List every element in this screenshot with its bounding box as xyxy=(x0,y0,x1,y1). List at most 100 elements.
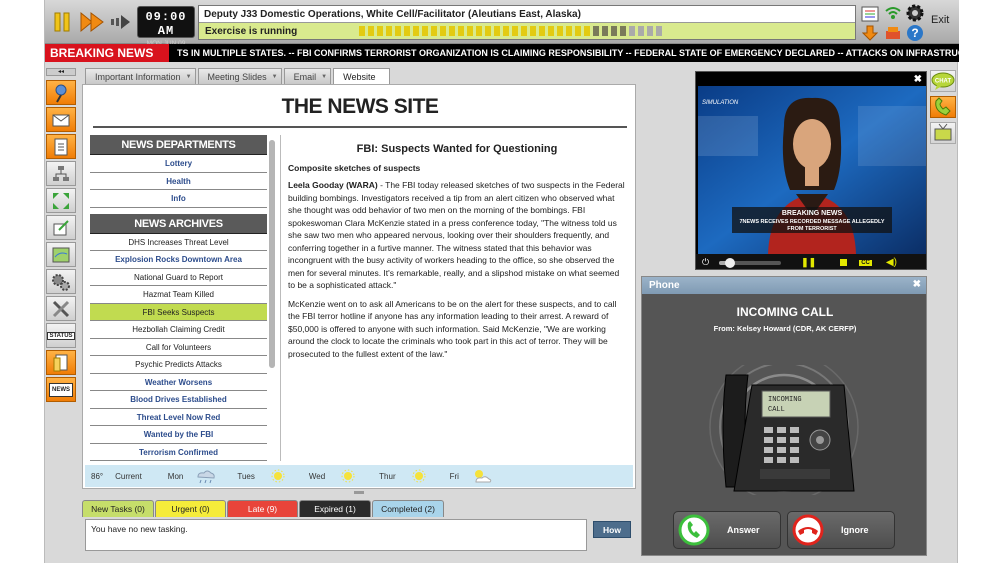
answer-button[interactable]: Answer xyxy=(673,511,781,549)
weather-day: Tues xyxy=(237,468,303,484)
exit-button[interactable]: Exit xyxy=(931,14,949,26)
video-seek-handle[interactable] xyxy=(725,257,736,268)
power-icon[interactable]: ⏻ xyxy=(702,257,709,268)
tab-website[interactable]: Website xyxy=(333,68,391,85)
clock-time: 09:00 AM xyxy=(145,10,187,38)
news-button[interactable]: NEWS xyxy=(46,377,76,402)
task-tabs: New Tasks (0) Urgent (0) Late (9) Expired (… xyxy=(82,500,444,517)
archive-link[interactable]: Explosion Rocks Downtown Area xyxy=(90,251,267,269)
exercise-status: Exercise is running xyxy=(205,25,298,37)
edit-note-button[interactable] xyxy=(46,215,76,240)
checklist-icon xyxy=(54,138,68,155)
department-link[interactable]: Info xyxy=(90,190,267,208)
archive-link[interactable]: Threat Level Now Red xyxy=(90,409,267,426)
progress-segment xyxy=(566,26,572,36)
help-button[interactable]: ? xyxy=(905,24,925,42)
tab-meeting-slides[interactable]: Meeting Slides ▼ xyxy=(197,68,282,85)
archive-link[interactable]: Call for Volunteers xyxy=(90,339,267,356)
website-panel: THE NEWS SITE NEWS DEPARTMENTS Lottery He… xyxy=(82,84,636,489)
nav-scrollbar-thumb[interactable] xyxy=(269,140,275,368)
phone-panel: Phone ✖ INCOMING CALL From: Kelsey Howar… xyxy=(641,276,927,556)
progress-segment xyxy=(449,26,455,36)
department-link[interactable]: Health xyxy=(90,173,267,190)
volume-icon[interactable]: ◀) xyxy=(886,257,897,268)
site-title: THE NEWS SITE xyxy=(281,95,439,118)
task-tab[interactable]: Expired (1) xyxy=(299,500,371,517)
article-subhead: Composite sketches of suspects xyxy=(288,163,421,173)
archive-link[interactable]: Weather Worsens xyxy=(90,374,267,391)
video-caption-line1: 7NEWS RECEIVES RECORDED MESSAGE ALLEGEDL… xyxy=(739,219,884,225)
phone-icon xyxy=(935,97,951,116)
weather-day-label: Tues xyxy=(237,471,255,481)
checklist-button[interactable] xyxy=(46,134,76,159)
archive-link[interactable]: FBI Seeks Suspects xyxy=(90,303,267,321)
news-icon: NEWS xyxy=(49,382,73,397)
task-message: You have no new tasking. xyxy=(91,524,188,534)
chat-label: CHAT xyxy=(935,79,952,85)
task-tab[interactable]: Late (9) xyxy=(227,500,298,517)
archive-link[interactable]: Wanted by the FBI xyxy=(90,426,267,444)
settings-button[interactable] xyxy=(905,4,925,22)
archive-link[interactable]: Terrorism Confirmed xyxy=(90,444,267,461)
archive-link[interactable]: Psychic Predicts Attacks xyxy=(90,356,267,374)
column-divider xyxy=(280,135,281,461)
tv-button[interactable] xyxy=(930,122,956,144)
wifi-button[interactable] xyxy=(883,4,903,22)
step-forward-button[interactable] xyxy=(107,6,135,38)
ignore-label: Ignore xyxy=(841,525,869,535)
archive-link[interactable]: Hezbollah Claiming Credit xyxy=(90,321,267,339)
phone-button[interactable] xyxy=(930,96,956,118)
partly-cloudy-icon xyxy=(474,470,492,483)
archive-link[interactable]: DHS Increases Threat Level xyxy=(90,234,267,251)
close-icon[interactable]: ✖ xyxy=(914,74,922,85)
pause-button[interactable] xyxy=(48,6,76,38)
archive-link[interactable]: Blood Drives Established xyxy=(90,391,267,409)
gears-button[interactable] xyxy=(46,269,76,294)
panel-splitter[interactable] xyxy=(354,491,364,494)
bookmark-button[interactable] xyxy=(883,24,903,42)
status-button[interactable]: STATUS xyxy=(46,323,76,348)
how-button[interactable]: How xyxy=(593,521,631,538)
collapse-toolbar-button[interactable]: ◂◂ xyxy=(46,68,76,76)
pause-icon[interactable]: ❚❚ xyxy=(801,257,816,268)
stop-icon[interactable] xyxy=(840,259,848,266)
department-link[interactable]: Lottery xyxy=(90,155,267,173)
edit-note-icon xyxy=(53,219,69,235)
tools-button[interactable] xyxy=(46,296,76,321)
caller-info: From: Kelsey Howard (CDR, AK CERFP) xyxy=(713,324,857,333)
phone-screen-line1: INCOMING xyxy=(768,396,802,404)
download-button[interactable] xyxy=(860,24,880,42)
task-tab[interactable]: Urgent (0) xyxy=(155,500,226,517)
tab-important-information[interactable]: Important Information ▼ xyxy=(85,68,196,85)
progress-segment xyxy=(440,26,446,36)
archive-link[interactable]: Hazmat Team Killed xyxy=(90,286,267,304)
task-tab[interactable]: Completed (2) xyxy=(372,500,444,517)
video-player: ✖ SIMULATION BREAKING NEWS 7NEWS RECEIVE… xyxy=(695,71,927,270)
ignore-button[interactable]: Ignore xyxy=(787,511,895,549)
video-screen[interactable]: SIMULATION BREAKING NEWS 7NEWS RECEIVES … xyxy=(698,86,926,254)
closed-caption-icon[interactable]: CC xyxy=(859,259,872,266)
mail-button[interactable] xyxy=(46,107,76,132)
tab-email[interactable]: Email ▼ xyxy=(283,68,332,85)
expand-arrows-button[interactable] xyxy=(46,188,76,213)
fast-forward-button[interactable] xyxy=(78,6,106,38)
task-tab[interactable]: New Tasks (0) xyxy=(82,500,154,517)
map-icon xyxy=(52,247,70,262)
pushpin-button[interactable] xyxy=(46,80,76,105)
departments-list: Lottery Health Info xyxy=(90,155,267,208)
progress-segment xyxy=(431,26,437,36)
document-button[interactable] xyxy=(46,350,76,375)
phone-screen-line2: CALL xyxy=(768,406,785,414)
map-button[interactable] xyxy=(46,242,76,267)
close-icon[interactable]: ✖ xyxy=(913,279,921,290)
list-button[interactable] xyxy=(860,5,880,23)
weather-day-label: Mon xyxy=(167,471,184,481)
archive-link[interactable]: National Guard to Report xyxy=(90,269,267,286)
progress-segment xyxy=(584,26,590,36)
arrow-down-icon xyxy=(862,25,878,41)
chat-button[interactable]: CHAT xyxy=(930,70,956,92)
news-anchor-image: SIMULATION BREAKING NEWS 7NEWS RECEIVES … xyxy=(698,86,926,254)
video-seek-bar[interactable] xyxy=(719,257,782,268)
org-chart-button[interactable] xyxy=(46,161,76,186)
weather-day: Fri xyxy=(450,468,507,484)
